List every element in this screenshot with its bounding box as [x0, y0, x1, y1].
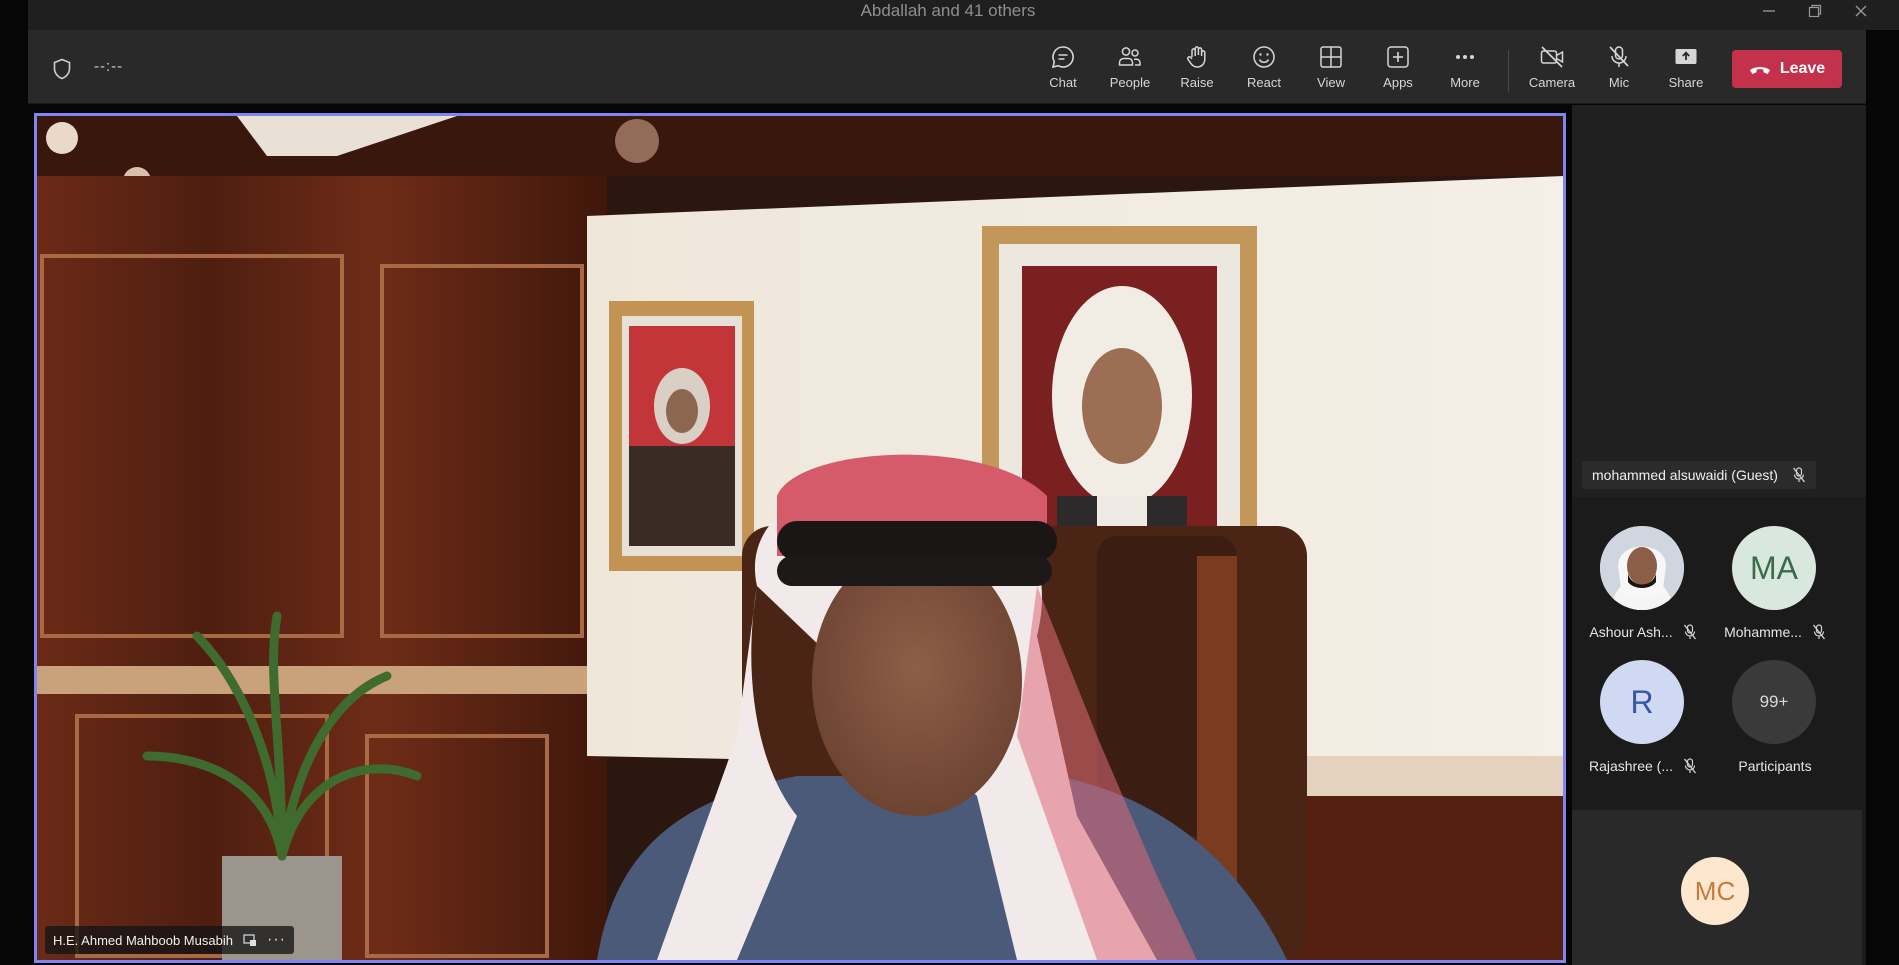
camera-off-icon: [1540, 46, 1564, 68]
view-label: View: [1317, 75, 1345, 90]
apps-button[interactable]: Apps: [1368, 44, 1428, 100]
speaker-video: [37, 116, 1563, 960]
participant-name: Mohamme...: [1724, 624, 1802, 640]
ellipsis-icon: [1456, 55, 1474, 59]
participant-tile[interactable]: MA Mohamme...: [1704, 526, 1844, 656]
window-title-bar: Abdallah and 41 others: [28, 0, 1899, 30]
participants-label: Participants: [1738, 758, 1812, 774]
mic-muted-icon: [1683, 624, 1696, 640]
minimize-icon: [1763, 10, 1775, 12]
leave-label: Leave: [1779, 60, 1826, 77]
raise-hand-icon: [1187, 46, 1206, 68]
chat-label: Chat: [1049, 75, 1077, 90]
toolbar-divider: [1508, 50, 1509, 92]
avatar: MA: [1732, 526, 1816, 610]
leave-button[interactable]: Leave: [1732, 50, 1842, 88]
speaker-more-options[interactable]: ···: [267, 932, 286, 948]
plus-square-icon: [1387, 46, 1409, 68]
people-label: People: [1109, 75, 1151, 90]
window-title: Abdallah and 41 others: [860, 1, 1036, 20]
mic-label: Mic: [1608, 75, 1630, 90]
participant-name-tag: mohammed alsuwaidi (Guest): [1582, 461, 1816, 489]
participant-name-row: Participants: [1712, 756, 1838, 776]
chat-button[interactable]: Chat: [1033, 44, 1093, 100]
mic-muted-icon: [1812, 624, 1825, 640]
profile-photo: [1600, 526, 1684, 610]
raise-hand-button[interactable]: Raise: [1167, 44, 1227, 100]
more-button[interactable]: More: [1435, 44, 1495, 100]
grid-icon: [1320, 46, 1342, 68]
react-button[interactable]: React: [1234, 44, 1294, 100]
main-video-stage[interactable]: H.E. Ahmed Mahboob Musabih ···: [34, 113, 1566, 963]
apps-label: Apps: [1383, 75, 1413, 90]
raise-label: Raise: [1180, 75, 1214, 90]
people-icon: [1118, 47, 1141, 66]
mic-muted-icon: [1683, 758, 1697, 774]
participant-name-row: Rajashree (...: [1580, 756, 1706, 776]
participant-name: Ashour Ash...: [1589, 624, 1673, 640]
shield-icon[interactable]: [52, 58, 72, 80]
more-label: More: [1450, 75, 1480, 90]
react-label: React: [1247, 75, 1281, 90]
meeting-timer: --:--: [94, 58, 124, 75]
participant-grid: Ashour Ash... MA Mohamme... R Rajashree …: [1572, 500, 1866, 807]
restore-icon: [1808, 4, 1822, 18]
participant-name: Rajashree (...: [1588, 758, 1674, 774]
avatar: [1600, 526, 1684, 610]
minimize-button[interactable]: [1746, 0, 1792, 22]
participant-tile[interactable]: R Rajashree (...: [1572, 660, 1712, 790]
participant-video-tile[interactable]: mohammed alsuwaidi (Guest): [1572, 105, 1866, 497]
mic-off-icon: [1609, 46, 1629, 67]
avatar: R: [1600, 660, 1684, 744]
avatar-initials: MC: [1694, 875, 1736, 906]
restore-button[interactable]: [1792, 0, 1838, 22]
avatar-initials: R: [1630, 683, 1654, 720]
avatar: MC: [1681, 857, 1749, 925]
avatar-initials: MA: [1750, 549, 1798, 586]
overflow-count: 99+: [1759, 692, 1789, 711]
participants-overflow-button[interactable]: 99+ Participants: [1704, 660, 1844, 790]
camera-label: Camera: [1528, 75, 1576, 90]
speaker-name: H.E. Ahmed Mahboob Musabih: [53, 932, 233, 948]
participant-name: mohammed alsuwaidi (Guest): [1592, 467, 1778, 483]
smiley-icon: [1253, 46, 1275, 68]
participant-name-row: Ashour Ash...: [1580, 622, 1706, 642]
mic-button[interactable]: Mic: [1589, 44, 1649, 100]
view-button[interactable]: View: [1301, 44, 1361, 100]
screen-share-indicator-icon: [243, 934, 256, 946]
close-window-button[interactable]: [1838, 0, 1884, 22]
close-icon: [1855, 5, 1867, 17]
participant-tile[interactable]: Ashour Ash...: [1572, 526, 1712, 656]
people-button[interactable]: People: [1100, 44, 1160, 100]
speaker-name-tag: H.E. Ahmed Mahboob Musabih ···: [45, 926, 294, 954]
share-label: Share: [1668, 75, 1704, 90]
phone-hangup-icon: [1749, 67, 1770, 74]
share-icon: [1675, 49, 1697, 64]
mic-muted-icon: [1792, 467, 1806, 483]
camera-button[interactable]: Camera: [1522, 44, 1582, 100]
participant-tile-mc[interactable]: MC: [1572, 810, 1862, 965]
overflow-count-badge: 99+: [1732, 660, 1816, 744]
participants-side-panel: mohammed alsuwaidi (Guest) Ashour Ash...…: [1572, 105, 1866, 965]
chat-icon: [1051, 46, 1074, 69]
share-button[interactable]: Share: [1656, 44, 1716, 100]
participant-name-row: Mohamme...: [1712, 622, 1838, 642]
teams-meeting-window: Abdallah and 41 others --:-- Chat People…: [0, 0, 1899, 965]
meeting-toolbar: --:-- Chat People Raise React View Apps …: [28, 30, 1866, 104]
